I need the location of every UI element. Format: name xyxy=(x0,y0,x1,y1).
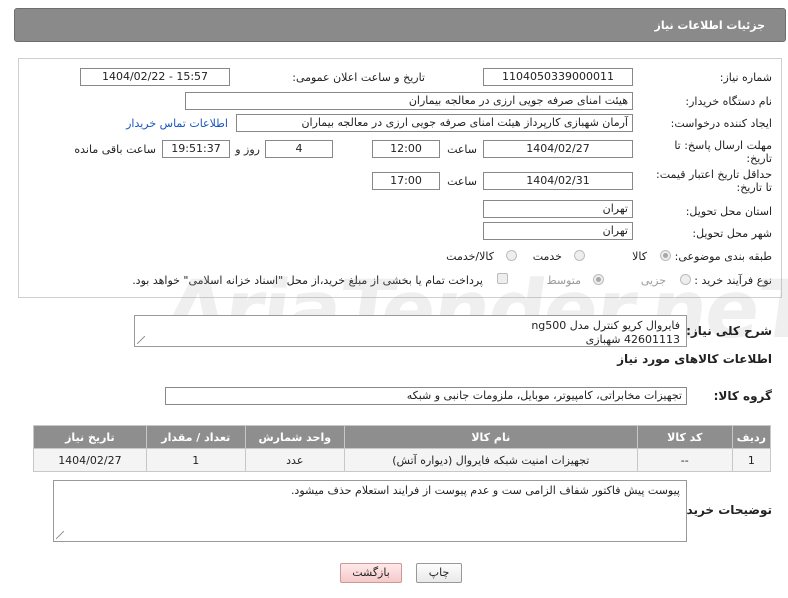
price-validity-time-label: ساعت xyxy=(447,175,477,188)
description-label: شرح کلی نیاز: xyxy=(686,324,772,338)
goods-info-title: اطلاعات کالاهای مورد نیاز xyxy=(617,352,772,366)
description-line-2: 42601113 شهبازی xyxy=(585,333,680,346)
buyer-notes-text: پیوست پیش فاکتور شفاف الزامی ست و عدم پی… xyxy=(290,484,680,497)
buyer-notes-textarea: پیوست پیش فاکتور شفاف الزامی ست و عدم پی… xyxy=(53,480,687,542)
need-number-field: 1104050339000011 xyxy=(483,68,633,86)
treasury-payment-checkbox[interactable] xyxy=(497,273,508,284)
requester-field: آرمان شهبازی کارپرداز هیئت امنای صرفه جو… xyxy=(236,114,633,132)
response-time-label: ساعت xyxy=(447,143,477,156)
description-textarea: فایروال کریو کنترل مدل ng500 42601113 شه… xyxy=(134,315,687,347)
response-deadline-label: مهلت ارسال پاسخ: تا xyxy=(674,139,772,152)
announce-datetime-field: 1404/02/22 - 15:57 xyxy=(80,68,230,86)
cell-quantity: 1 xyxy=(145,448,246,472)
purchase-radio-minor[interactable] xyxy=(680,274,691,285)
print-button[interactable]: چاپ xyxy=(416,563,462,583)
treasury-payment-note: پرداخت تمام یا بخشی از مبلغ خرید،از محل … xyxy=(132,274,483,287)
days-field: 4 xyxy=(265,140,333,158)
category-option-goods: کالا xyxy=(632,250,647,263)
category-radio-goods-service[interactable] xyxy=(506,250,517,261)
buyer-org-field: هیئت امنای صرفه جویی ارزی در معالجه بیما… xyxy=(185,92,633,110)
col-quantity: تعداد / مقدار xyxy=(145,425,246,449)
buyer-org-label: نام دستگاه خریدار: xyxy=(685,95,772,108)
col-item-name: نام کالا xyxy=(343,425,638,449)
price-validity-label-2: تا تاریخ: xyxy=(736,181,772,194)
price-validity-date-field: 1404/02/31 xyxy=(483,172,633,190)
category-radio-goods[interactable] xyxy=(660,250,671,261)
remaining-time-label: ساعت باقی مانده xyxy=(74,143,156,156)
goods-table: ردیف کد کالا نام کالا واحد شمارش تعداد /… xyxy=(33,425,772,472)
cell-item-code: -- xyxy=(636,448,733,472)
delivery-province-label: استان محل تحویل: xyxy=(685,205,772,218)
category-option-goods-service: کالا/خدمت xyxy=(446,250,494,263)
page-header: جزئیات اطلاعات نیاز xyxy=(14,8,786,42)
col-row-number: ردیف xyxy=(731,425,772,449)
category-label: طبقه بندی موضوعی: xyxy=(674,250,772,263)
remaining-time-field: 19:51:37 xyxy=(162,140,230,158)
purchase-radio-medium[interactable] xyxy=(593,274,604,285)
purchase-type-label: نوع فرآیند خرید : xyxy=(694,274,772,287)
cell-unit: عدد xyxy=(244,448,345,472)
response-deadline-label-2: تاریخ: xyxy=(746,152,772,165)
goods-group-label: گروه کالا: xyxy=(713,389,772,403)
col-item-code: کد کالا xyxy=(636,425,733,449)
table-row: 1 -- تجهیزات امنیت شبکه فایروال (دیواره … xyxy=(33,448,772,472)
category-radio-service[interactable] xyxy=(574,250,585,261)
description-line-1: فایروال کریو کنترل مدل ng500 xyxy=(531,319,680,332)
purchase-option-medium: متوسط xyxy=(546,274,581,287)
delivery-city-label: شهر محل تحویل: xyxy=(692,227,772,240)
response-time-field: 12:00 xyxy=(372,140,440,158)
requester-label: ایجاد کننده درخواست: xyxy=(670,117,772,130)
cell-row-number: 1 xyxy=(731,448,772,472)
delivery-province-field: تهران xyxy=(483,200,633,218)
announce-datetime-label: تاریخ و ساعت اعلان عمومی: xyxy=(292,71,425,84)
page-title: جزئیات اطلاعات نیاز xyxy=(654,19,766,32)
days-label: روز و xyxy=(235,143,260,156)
goods-group-field: تجهیزات مخابراتی، کامپیوتر، موبایل، ملزو… xyxy=(165,387,687,405)
col-unit: واحد شمارش xyxy=(244,425,345,449)
purchase-option-minor: جزیی xyxy=(640,274,666,287)
buyer-contact-link[interactable]: اطلاعات تماس خریدار xyxy=(126,117,228,130)
resize-handle[interactable] xyxy=(56,531,64,539)
category-option-service: خدمت xyxy=(532,250,562,263)
cell-need-date: 1404/02/27 xyxy=(33,448,147,472)
price-validity-label: حداقل تاریخ اعتبار قیمت: xyxy=(656,168,772,181)
cell-item-name: تجهیزات امنیت شبکه فایروال (دیواره آتش) xyxy=(343,448,638,472)
delivery-city-field: تهران xyxy=(483,222,633,240)
response-date-field: 1404/02/27 xyxy=(483,140,633,158)
price-validity-time-field: 17:00 xyxy=(372,172,440,190)
col-need-date: تاریخ نیاز xyxy=(33,425,147,449)
need-number-label: شماره نیاز: xyxy=(719,71,772,84)
table-header-row: ردیف کد کالا نام کالا واحد شمارش تعداد /… xyxy=(33,425,772,449)
back-button[interactable]: بازگشت xyxy=(340,563,402,583)
resize-handle[interactable] xyxy=(137,336,145,344)
